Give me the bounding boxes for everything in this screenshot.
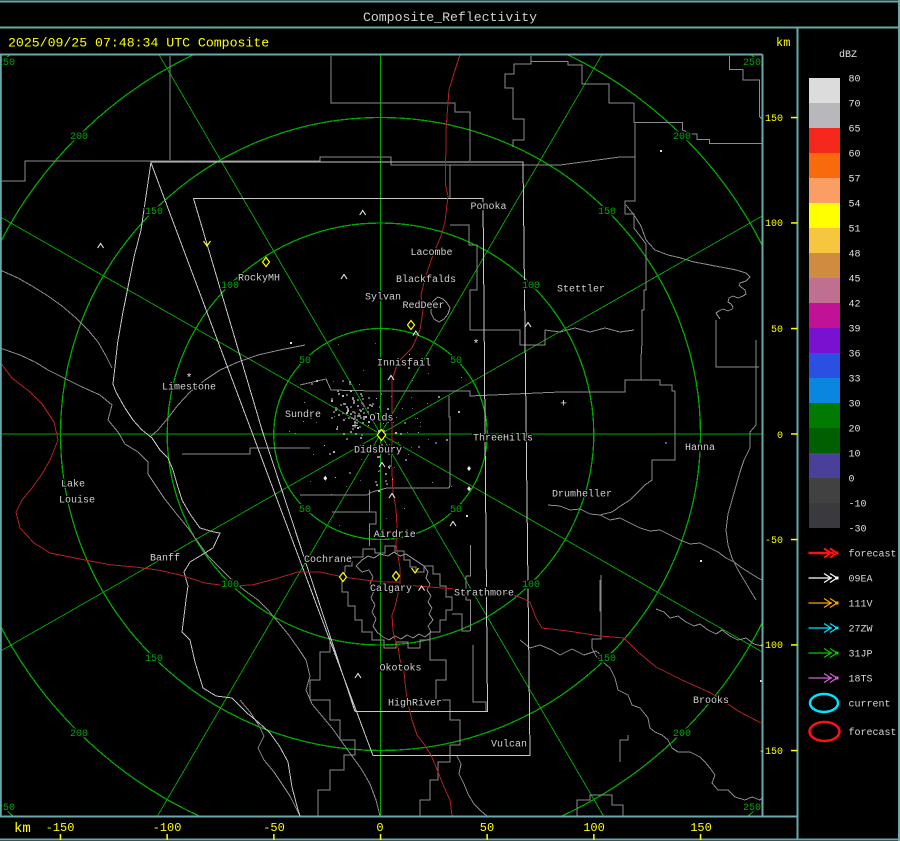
- svg-text:Vulcan: Vulcan: [491, 739, 527, 751]
- svg-text:-50: -50: [263, 821, 285, 835]
- svg-text:100: 100: [522, 281, 540, 292]
- svg-text:45: 45: [849, 275, 861, 286]
- svg-text:Sylvan: Sylvan: [365, 292, 401, 304]
- svg-text:250: 250: [0, 58, 15, 69]
- svg-text:Strathmore: Strathmore: [454, 588, 514, 600]
- svg-text:Stettler: Stettler: [557, 284, 605, 296]
- svg-text:60: 60: [849, 150, 861, 161]
- svg-text:30: 30: [849, 400, 861, 411]
- svg-text:HighRiver: HighRiver: [388, 698, 442, 710]
- svg-text:18TS: 18TS: [849, 675, 873, 686]
- svg-text:Calgary: Calgary: [370, 583, 412, 595]
- svg-text:-150: -150: [46, 821, 75, 835]
- svg-text:51: 51: [849, 225, 861, 236]
- svg-text:Lacombe: Lacombe: [410, 247, 452, 259]
- svg-text:09EA: 09EA: [849, 575, 873, 586]
- svg-text:dBZ: dBZ: [839, 49, 857, 61]
- svg-text:*: *: [473, 339, 480, 351]
- svg-text:Composite_Reflectivity: Composite_Reflectivity: [363, 10, 537, 25]
- svg-text:km: km: [14, 821, 31, 837]
- svg-text:Louise: Louise: [59, 495, 95, 507]
- svg-text:2025/09/25 07:48:34 UTC Compos: 2025/09/25 07:48:34 UTC Composite: [8, 36, 269, 51]
- svg-text:50: 50: [480, 821, 494, 835]
- svg-text:RockyMH: RockyMH: [238, 273, 280, 285]
- svg-text:Airdrie: Airdrie: [374, 529, 416, 541]
- svg-text:36: 36: [849, 350, 861, 361]
- svg-text:100: 100: [221, 281, 239, 292]
- svg-text:150: 150: [145, 207, 163, 218]
- svg-text:0: 0: [376, 821, 383, 835]
- svg-text:111V: 111V: [849, 600, 873, 611]
- svg-text:150: 150: [145, 654, 163, 665]
- svg-text:150: 150: [598, 207, 616, 218]
- svg-text:100: 100: [522, 580, 540, 591]
- svg-text:-100: -100: [153, 821, 182, 835]
- svg-text:50: 50: [299, 505, 311, 516]
- svg-text:39: 39: [849, 325, 861, 336]
- svg-text:Innisfail: Innisfail: [377, 358, 431, 370]
- svg-text:50: 50: [771, 325, 783, 336]
- svg-text:80: 80: [849, 75, 861, 86]
- svg-text:200: 200: [70, 132, 88, 143]
- svg-text:-10: -10: [849, 500, 867, 511]
- svg-text:km: km: [776, 36, 790, 50]
- svg-text:48: 48: [849, 250, 861, 261]
- svg-text:Okotoks: Okotoks: [379, 663, 421, 675]
- svg-text:250: 250: [743, 803, 761, 814]
- svg-text:Cochrane: Cochrane: [304, 554, 352, 566]
- svg-text:20: 20: [849, 425, 861, 436]
- svg-text:100: 100: [765, 219, 783, 230]
- svg-text:150: 150: [598, 654, 616, 665]
- svg-text:Sundre: Sundre: [285, 409, 321, 421]
- svg-text:200: 200: [673, 729, 691, 740]
- svg-text:*: *: [186, 373, 193, 385]
- svg-text:100: 100: [221, 580, 239, 591]
- svg-text:Blackfalds: Blackfalds: [396, 274, 456, 286]
- svg-text:57: 57: [849, 175, 861, 186]
- svg-text:200: 200: [673, 132, 691, 143]
- svg-text:50: 50: [299, 356, 311, 367]
- svg-text:65: 65: [849, 125, 861, 136]
- svg-text:current: current: [849, 700, 891, 711]
- svg-text:100: 100: [583, 821, 605, 835]
- svg-text:42: 42: [849, 300, 861, 311]
- svg-text:33: 33: [849, 375, 861, 386]
- svg-text:+: +: [560, 399, 567, 411]
- svg-text:Drumheller: Drumheller: [552, 489, 612, 501]
- svg-text:Hanna: Hanna: [685, 443, 715, 454]
- svg-text:50: 50: [450, 356, 462, 367]
- svg-text:50: 50: [450, 505, 462, 516]
- svg-text:-150: -150: [759, 747, 783, 758]
- svg-text:Olds: Olds: [369, 413, 393, 425]
- svg-text:250: 250: [743, 58, 761, 69]
- svg-text:0: 0: [777, 431, 783, 442]
- svg-text:forecast: forecast: [849, 549, 897, 561]
- svg-text:10: 10: [849, 450, 861, 461]
- svg-text:forecast: forecast: [849, 727, 897, 739]
- svg-text:ThreeHills: ThreeHills: [473, 433, 533, 445]
- svg-text:31JP: 31JP: [849, 650, 873, 661]
- svg-text:RedDeer: RedDeer: [402, 300, 444, 312]
- svg-text:250: 250: [0, 803, 15, 814]
- svg-text:Lake: Lake: [61, 479, 85, 491]
- svg-text:200: 200: [70, 729, 88, 740]
- svg-text:150: 150: [690, 821, 712, 835]
- svg-text:-30: -30: [849, 525, 867, 536]
- svg-text:-50: -50: [765, 536, 783, 547]
- svg-text:+: +: [352, 421, 359, 433]
- svg-text:27ZW: 27ZW: [849, 625, 873, 636]
- svg-text:Didsbury: Didsbury: [354, 445, 402, 457]
- svg-text:0: 0: [849, 475, 855, 486]
- svg-text:54: 54: [849, 200, 861, 211]
- svg-text:150: 150: [765, 114, 783, 125]
- svg-text:Ponoka: Ponoka: [470, 201, 506, 213]
- svg-text:Banff: Banff: [150, 553, 180, 565]
- svg-text:-100: -100: [759, 641, 783, 652]
- svg-text:70: 70: [849, 100, 861, 111]
- svg-text:Brooks: Brooks: [693, 695, 729, 707]
